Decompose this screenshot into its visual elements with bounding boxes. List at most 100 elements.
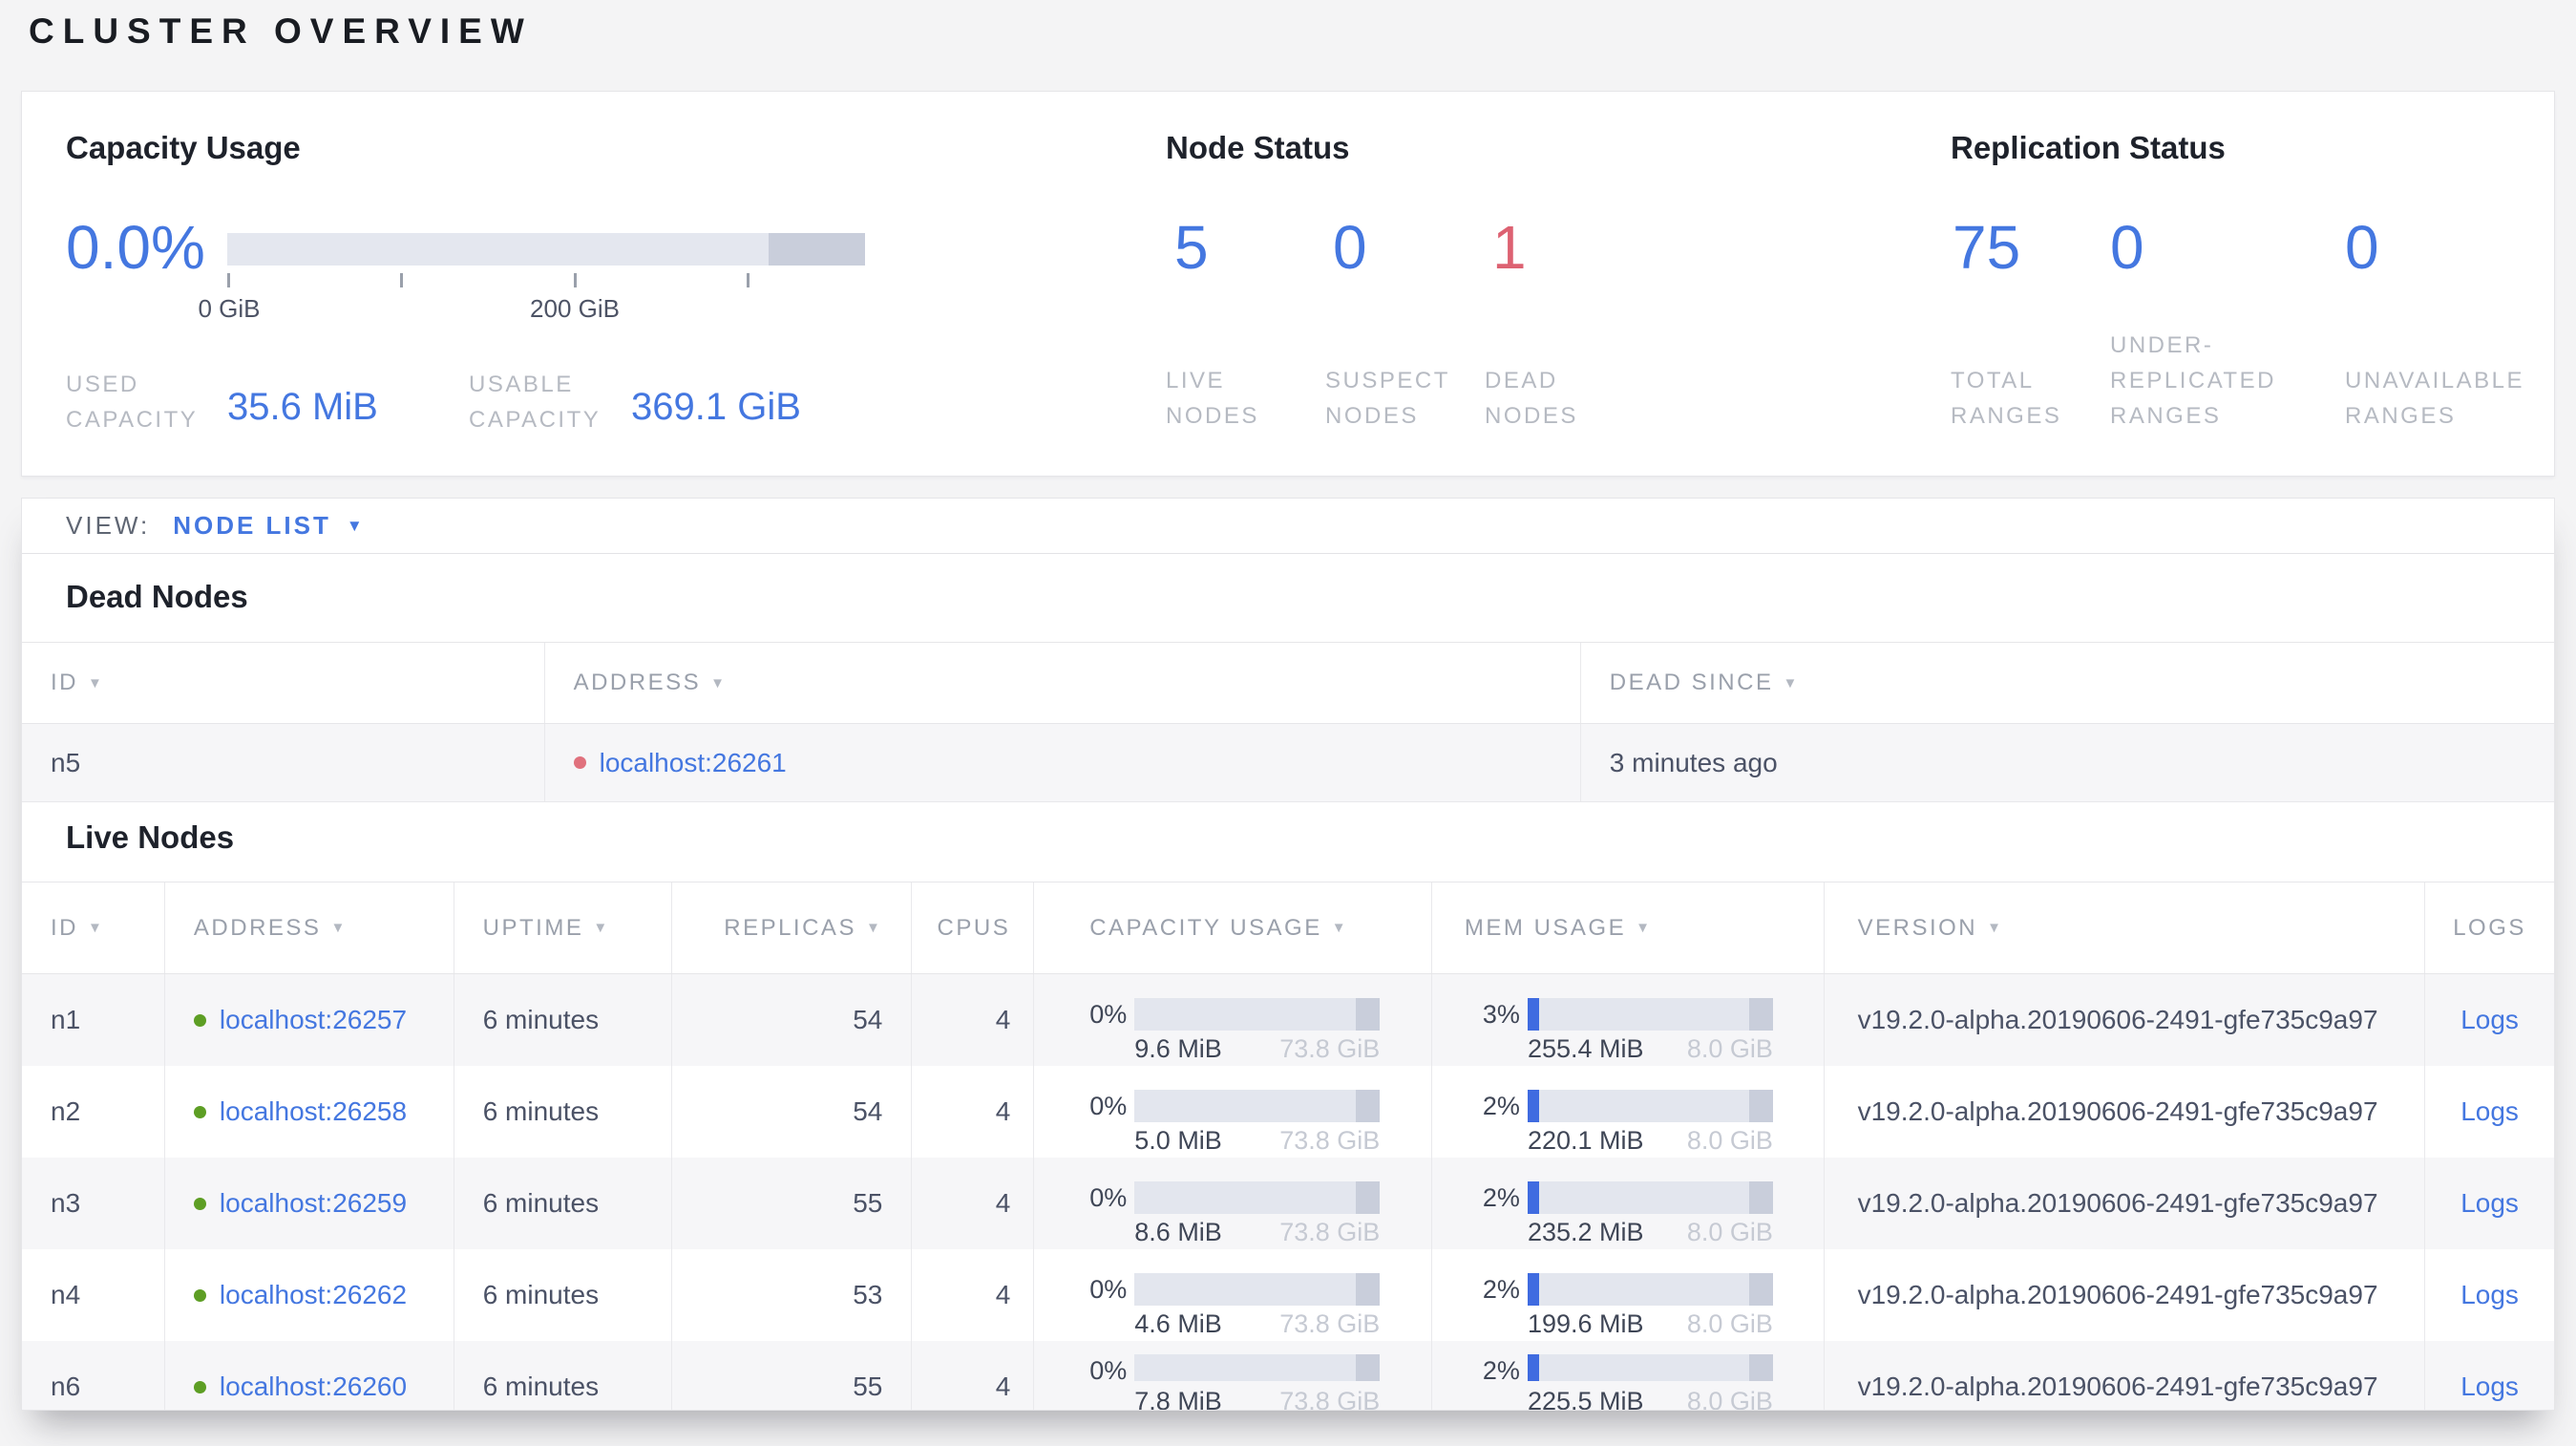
replicas-value: 53 (853, 1280, 883, 1309)
live-node-row: n4 localhost:26262 6 minutes 53 4 0% 4.6… (22, 1249, 2554, 1341)
column-header-dead-since[interactable]: DEAD SINCE ▼ (1579, 643, 2554, 723)
node-address-link[interactable]: localhost:26258 (220, 1096, 407, 1127)
column-header-replicas[interactable]: REPLICAS ▼ (670, 882, 912, 973)
column-header-address[interactable]: ADDRESS ▼ (163, 882, 454, 973)
mem-usage-bar (1527, 1181, 1773, 1214)
replication-status-heading: Replication Status (1951, 130, 2226, 165)
sort-arrow-icon: ▼ (88, 674, 105, 691)
cpus-value: 4 (995, 1005, 1011, 1034)
unavailable-ranges-count: 0 (2345, 213, 2379, 282)
column-header-label: CPUS (937, 914, 1011, 941)
capacity-usage-bar (227, 233, 865, 266)
logs-link[interactable]: Logs (2460, 1005, 2519, 1035)
logs-link[interactable]: Logs (2460, 1372, 2519, 1402)
page-title: CLUSTER OVERVIEW (29, 11, 533, 51)
version-value: v19.2.0-alpha.20190606-2491-gfe735c9a97 (1857, 1005, 2378, 1034)
node-capacity-usage-cell: 0% 7.8 MiB 73.8 GiB (1033, 1341, 1431, 1411)
version-value: v19.2.0-alpha.20190606-2491-gfe735c9a97 (1857, 1096, 2378, 1126)
live-node-row: n3 localhost:26259 6 minutes 55 4 0% 8.6… (22, 1158, 2554, 1249)
mem-percent-value: 2% (1482, 1275, 1520, 1304)
column-header-label: REPLICAS (724, 914, 856, 941)
sort-arrow-icon: ▼ (1987, 920, 2004, 936)
node-live-status-icon (193, 1288, 206, 1302)
suspect-nodes-count: 0 (1333, 213, 1367, 282)
cluster-summary-card: Capacity Usage 0.0% 0 GiB 200 GiB USED C… (21, 91, 2555, 477)
version-value: v19.2.0-alpha.20190606-2491-gfe735c9a97 (1857, 1372, 2378, 1401)
node-replicas-cell: 53 (670, 1249, 912, 1341)
capacity-bar-reserved-segment (1356, 1354, 1381, 1381)
mem-used-value: 225.5 MiB (1527, 1387, 1644, 1411)
node-id-cell: n5 (22, 724, 544, 801)
dead-nodes-table-header: ID ▼ ADDRESS ▼ DEAD SINCE ▼ (22, 642, 2554, 724)
node-replicas-cell: 54 (670, 974, 912, 1066)
live-nodes-label: LIVE NODES (1166, 368, 1259, 429)
node-address-link[interactable]: localhost:26257 (220, 1005, 407, 1035)
column-header-capacity-usage[interactable]: CAPACITY USAGE ▼ (1033, 882, 1431, 973)
capacity-usage-bar (1134, 1090, 1381, 1122)
column-header-id[interactable]: ID ▼ (22, 643, 544, 723)
under-replicated-ranges-count: 0 (2110, 213, 2144, 282)
node-address-cell: localhost:26260 (163, 1341, 454, 1410)
axis-tick (227, 273, 230, 287)
capacity-bar-reserved-segment (769, 233, 865, 266)
node-logs-cell: Logs (2424, 1158, 2554, 1249)
logs-link[interactable]: Logs (2460, 1280, 2519, 1310)
cpus-value: 4 (995, 1372, 1011, 1401)
column-header-version[interactable]: VERSION ▼ (1823, 882, 2425, 973)
column-header-id[interactable]: ID ▼ (22, 882, 164, 973)
node-capacity-usage-cell: 0% 8.6 MiB 73.8 GiB (1033, 1158, 1431, 1249)
capacity-bar-reserved-segment (1356, 1090, 1381, 1122)
mem-used-value: 220.1 MiB (1527, 1126, 1644, 1155)
mem-bar-reserved-segment (1748, 1354, 1773, 1381)
used-capacity-label: USED CAPACITY (66, 372, 199, 433)
view-selector-dropdown[interactable]: NODE LIST ▼ (173, 511, 363, 541)
node-live-status-icon (193, 1380, 206, 1393)
node-logs-cell: Logs (2424, 974, 2554, 1066)
sort-arrow-icon: ▼ (593, 920, 610, 936)
mem-total-value: 8.0 GiB (1686, 1034, 1773, 1063)
mem-bar-fill (1527, 1273, 1539, 1306)
usable-capacity-value: 369.1 GiB (631, 386, 801, 428)
replicas-value: 55 (853, 1188, 883, 1218)
node-version-cell: v19.2.0-alpha.20190606-2491-gfe735c9a97 (1823, 1066, 2425, 1158)
node-capacity-usage-cell: 0% 4.6 MiB 73.8 GiB (1033, 1249, 1431, 1341)
column-header-mem-usage[interactable]: MEM USAGE ▼ (1430, 882, 1824, 973)
capacity-percent-value: 0% (1089, 1092, 1128, 1120)
capacity-used-value: 7.8 MiB (1134, 1387, 1222, 1411)
replicas-value: 54 (853, 1096, 883, 1126)
capacity-total-value: 73.8 GiB (1279, 1309, 1381, 1338)
axis-tick (574, 273, 577, 287)
node-address-cell: localhost:26261 (543, 724, 1580, 801)
column-header-label: VERSION (1857, 914, 1978, 941)
dead-nodes-count: 1 (1492, 213, 1527, 282)
live-nodes-heading: Live Nodes (66, 819, 235, 855)
mem-percent-value: 2% (1482, 1183, 1520, 1212)
node-address-link[interactable]: localhost:26262 (220, 1280, 407, 1310)
mem-usage-bar (1527, 1354, 1773, 1381)
logs-link[interactable]: Logs (2460, 1096, 2519, 1127)
node-address-link[interactable]: localhost:26260 (220, 1372, 407, 1402)
node-replicas-cell: 54 (670, 1066, 912, 1158)
uptime-value: 6 minutes (482, 1188, 600, 1218)
column-header-uptime[interactable]: UPTIME ▼ (453, 882, 671, 973)
column-header-address[interactable]: ADDRESS ▼ (543, 643, 1580, 723)
node-replicas-cell: 55 (670, 1341, 912, 1410)
version-value: v19.2.0-alpha.20190606-2491-gfe735c9a97 (1857, 1188, 2378, 1218)
chevron-down-icon: ▼ (346, 516, 363, 535)
node-address-link[interactable]: localhost:26261 (600, 748, 787, 778)
dead-nodes-label: DEAD NODES (1485, 368, 1578, 429)
version-value: v19.2.0-alpha.20190606-2491-gfe735c9a97 (1857, 1280, 2378, 1309)
node-cpus-cell: 4 (911, 1158, 1033, 1249)
column-header-label: CAPACITY USAGE (1089, 914, 1322, 941)
capacity-used-value: 9.6 MiB (1134, 1034, 1222, 1063)
node-mem-usage-cell: 2% 199.6 MiB 8.0 GiB (1430, 1249, 1824, 1341)
node-address-link[interactable]: localhost:26259 (220, 1188, 407, 1219)
live-nodes-table-header: ID ▼ ADDRESS ▼ UPTIME ▼ REPLICAS ▼ CPUS CAPA… (22, 882, 2554, 974)
live-nodes-table-body: n1 localhost:26257 6 minutes 54 4 0% 9.6… (22, 974, 2554, 1411)
capacity-usage-bar (1134, 998, 1381, 1031)
node-id-cell: n4 (22, 1249, 164, 1341)
capacity-total-value: 73.8 GiB (1279, 1387, 1381, 1411)
mem-bar-fill (1527, 998, 1539, 1031)
sort-arrow-icon: ▼ (710, 674, 728, 691)
logs-link[interactable]: Logs (2460, 1188, 2519, 1219)
